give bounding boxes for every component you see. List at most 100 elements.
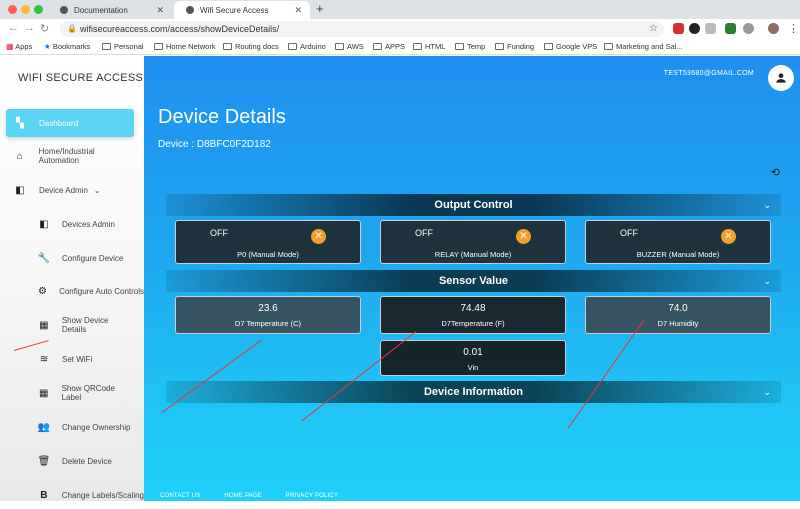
extension-icon[interactable] [705,23,716,34]
sensor-value: 74.48 [460,303,486,314]
close-icon[interactable]: ✕ [721,229,736,244]
grid-icon: ▦ [39,319,49,331]
browser-tab-active[interactable]: Wifi Secure Access ✕ [174,1,310,19]
people-icon: 👥 [37,421,51,433]
sidebar-item-configure-device[interactable]: 🔧 Configure Device [6,244,134,272]
folder-icon [544,43,553,50]
folder-icon [154,43,163,50]
tab-close-icon[interactable]: ✕ [294,5,302,16]
bookmark-folder[interactable]: Arduino [288,42,326,51]
bookmark-bookmarks[interactable]: ★ Bookmarks [44,42,90,51]
bookmark-folder[interactable]: Google VPS [544,42,597,51]
sidebar-item-label: Dashboard [39,118,79,128]
sidebar-item-configure-auto-controls[interactable]: ⚙ Configure Auto Controls [6,277,144,305]
close-icon[interactable]: ✕ [516,229,531,244]
extension-icon[interactable] [689,23,700,34]
bookmark-folder[interactable]: AWS [335,42,364,51]
tab-title: Documentation [74,5,128,15]
extension-icon[interactable] [743,23,754,34]
bookmark-folder[interactable]: Personal [102,42,144,51]
folder-icon [373,43,382,50]
sidebar-item-label: Device Admin [39,185,88,195]
output-state: OFF [210,228,228,238]
browser-tab[interactable]: Documentation ✕ [48,1,172,19]
brand-title: WIFI SECURE ACCESS [18,72,144,84]
output-state: OFF [415,228,433,238]
sensor-card-temperature-f: 74.48 D7Temperature (F) [380,296,566,334]
bookmark-folder[interactable]: Marketing and Sal... [604,42,683,51]
chevron-down-icon: ⌄ [93,185,101,195]
address-bar[interactable]: 🔒 wifisecureaccess.com/access/showDevice… [60,21,664,37]
close-window-button[interactable] [8,5,17,14]
new-tab-button[interactable]: + [316,1,324,16]
lock-icon: 🔒 [67,24,77,33]
history-icon[interactable]: ⟲ [771,166,780,179]
bookmark-folder[interactable]: Funding [495,42,534,51]
back-icon[interactable]: ← [8,22,19,34]
bookmark-folder[interactable]: APPS [373,42,405,51]
account-avatar[interactable] [768,65,794,91]
main-content: TEST53680@GMAIL.COM Device Details Devic… [144,56,800,501]
sidebar-item-show-device-details[interactable]: ▦ Show Device Details [6,311,134,339]
output-control-header[interactable]: Output Control ⌄ [166,194,781,216]
forward-icon[interactable]: → [24,22,35,34]
sidebar-item-label: Configure Device [62,253,124,263]
reload-icon[interactable]: ↻ [40,22,49,35]
chevron-down-icon: ⌄ [763,276,771,286]
section-title: Sensor Value [438,275,509,287]
folder-icon [223,43,232,50]
folder-icon [335,43,344,50]
tab-favicon-icon [60,6,68,14]
gear-icon: ⚙ [38,285,48,297]
bookmark-folder[interactable]: Routing docs [223,42,279,51]
bookmark-folder[interactable]: HTML [413,42,445,51]
bookmark-folder[interactable]: Home Network [154,42,216,51]
sidebar-item-dashboard[interactable]: ▚ Dashboard [6,109,134,137]
output-card-relay: OFF ✕ RELAY (Manual Mode) [380,220,566,264]
annotation-arrow [300,331,417,422]
trash-icon: 🗑 [37,455,51,467]
profile-avatar[interactable] [768,23,779,34]
footer-link-home[interactable]: HOME PAGE [224,493,262,499]
tab-favicon-icon [186,6,194,14]
sidebar-item-device-admin[interactable]: ◧ Device Admin ⌄ [6,176,134,204]
wifi-icon: ≋ [39,353,49,365]
sensor-value: 74.0 [668,303,688,314]
sidebar-item-label: Show QRCode Label [61,384,115,402]
sidebar-item-show-qrcode-label[interactable]: ▦ Show QRCode Label [6,379,134,407]
bookmark-folder[interactable]: Temp [455,42,485,51]
maximize-window-button[interactable] [34,5,43,14]
sidebar-item-home-automation[interactable]: ⌂ Home/Industrial Automation [6,142,134,170]
folder-icon [288,43,297,50]
sidebar-item-devices-admin[interactable]: ◧ Devices Admin [6,210,134,238]
device-information-header[interactable]: Device Information ⌄ [166,381,781,403]
browser-menu-icon[interactable]: ⋮ [788,22,799,35]
apps-grid-icon: ▦ [6,42,14,51]
sidebar-item-delete-device[interactable]: 🗑 Delete Device [6,447,134,475]
dashboard-icon: ▚ [16,117,24,129]
sidebar-item-label: Change Ownership [62,422,131,432]
minimize-window-button[interactable] [21,5,30,14]
footer-link-contact[interactable]: CONTACT US [160,493,200,499]
tab-close-icon[interactable]: ✕ [156,5,164,16]
bookmarks-bar: ▦ Apps ★ Bookmarks Personal Home Network… [0,39,800,55]
extension-icon[interactable] [725,23,736,34]
browser-toolbar: ← → ↻ 🔒 wifisecureaccess.com/access/show… [0,19,800,39]
adblock-extension-icon[interactable] [673,23,684,34]
sensor-label: Vin [467,363,479,372]
sensor-value-header[interactable]: Sensor Value ⌄ [166,270,781,292]
footer: CONTACT US HOME PAGE PRIVACY POLICY [160,493,360,499]
bookmark-apps[interactable]: ▦ Apps [6,42,32,51]
sidebar-item-set-wifi[interactable]: ≋ Set WiFi [6,345,134,373]
close-icon[interactable]: ✕ [311,229,326,244]
footer-link-privacy[interactable]: PRIVACY POLICY [286,493,338,499]
sidebar-item-change-labels[interactable]: B Change Labels/Scaling [6,481,144,509]
qrcode-icon: ▦ [39,387,49,399]
sidebar-item-change-ownership[interactable]: 👥 Change Ownership [6,413,134,441]
output-card-buzzer: OFF ✕ BUZZER (Manual Mode) [585,220,771,264]
sidebar-item-label: Show Device Details [61,316,109,334]
bookmark-star-icon[interactable]: ☆ [649,21,658,37]
user-email: TEST53680@GMAIL.COM [663,70,754,77]
output-label: RELAY (Manual Mode) [434,250,512,259]
sensor-value: 23.6 [258,303,278,314]
